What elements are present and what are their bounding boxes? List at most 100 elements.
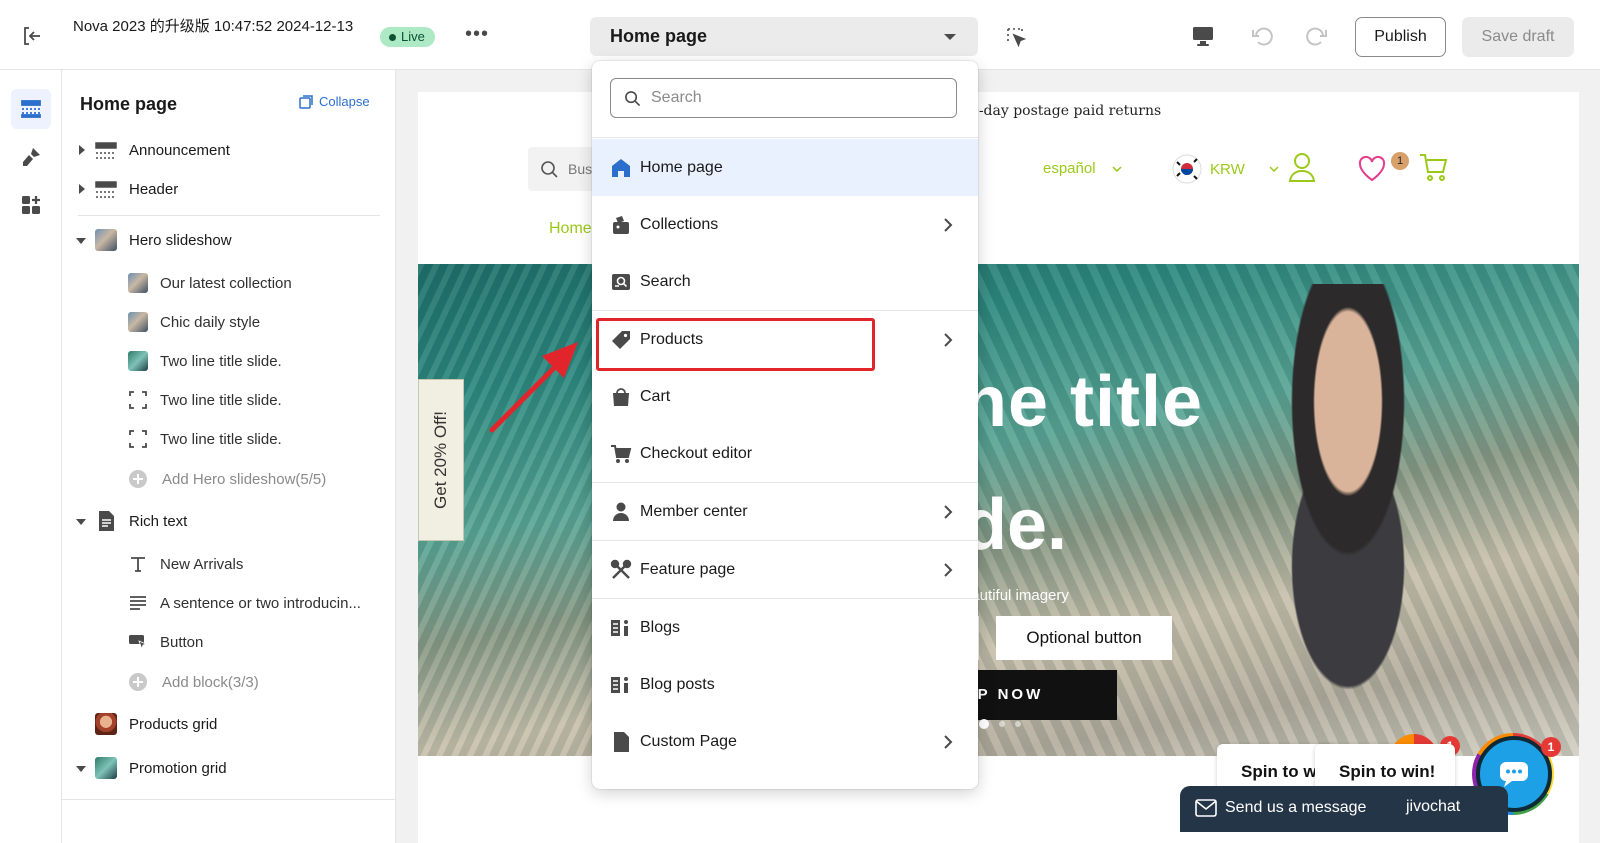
expand-down-icon[interactable] <box>76 519 86 525</box>
block-slide[interactable]: Two line title slide. <box>62 344 395 378</box>
chevron-right-icon <box>944 218 953 232</box>
rail-sections-button[interactable] <box>11 89 51 129</box>
dropdown-item-blogs[interactable]: Blogs <box>592 599 978 656</box>
wishlist-count-badge: 1 <box>1391 152 1409 170</box>
blog-icon <box>611 620 628 636</box>
block-slide[interactable]: Chic daily style <box>62 305 395 339</box>
expand-down-icon[interactable] <box>76 766 86 772</box>
dropdown-item-checkout-editor[interactable]: Checkout editor <box>592 425 978 482</box>
dropdown-item-blog-posts[interactable]: Blog posts <box>592 656 978 713</box>
redo-button[interactable] <box>1305 25 1329 47</box>
block-button[interactable]: Button <box>62 625 395 659</box>
collapse-icon <box>299 94 313 109</box>
slide-thumbnail <box>128 351 148 371</box>
collapse-label: Collapse <box>319 94 370 109</box>
exit-editor-button[interactable] <box>20 24 44 48</box>
expand-right-icon[interactable] <box>79 184 85 194</box>
section-label: Promotion grid <box>129 759 227 777</box>
collapse-button[interactable]: Collapse <box>299 94 370 109</box>
slideshow-thumbnail <box>95 229 117 251</box>
document-icon <box>99 511 114 531</box>
wishlist-heart-icon[interactable] <box>1358 156 1386 182</box>
expand-right-icon[interactable] <box>79 145 85 155</box>
divider <box>78 215 380 216</box>
slide-dot[interactable] <box>1015 721 1021 727</box>
section-announcement[interactable]: Announcement <box>62 133 395 167</box>
section-header[interactable]: Header <box>62 172 395 206</box>
dropdown-item-label: Home page <box>640 158 723 176</box>
block-heading[interactable]: New Arrivals <box>62 547 395 581</box>
slide-dot-active[interactable] <box>979 719 989 729</box>
slide-dot[interactable] <box>999 721 1005 727</box>
section-rich-text[interactable]: Rich text <box>62 504 395 538</box>
slide-thumbnail <box>128 273 148 293</box>
more-actions-button[interactable]: ••• <box>465 24 489 44</box>
cart-icon <box>611 445 632 463</box>
block-slide[interactable]: Two line title slide. <box>62 383 395 417</box>
dropdown-item-collections[interactable]: Collections <box>592 196 978 253</box>
account-icon[interactable] <box>1288 152 1316 182</box>
section-label: Announcement <box>129 141 230 159</box>
dropdown-item-label: Member center <box>640 502 748 520</box>
discount-side-tab[interactable]: Get 20% Off! <box>418 379 464 541</box>
caret-down-icon <box>944 34 956 40</box>
section-products-grid[interactable]: Products grid <box>62 707 395 741</box>
page-selector[interactable]: Home page <box>590 17 978 56</box>
person-icon <box>613 502 629 521</box>
section-promotion-grid[interactable]: Promotion grid <box>62 751 395 785</box>
chat-icon <box>1500 762 1528 787</box>
add-block-button[interactable]: Add block(3/3) <box>62 665 395 699</box>
hero-optional-button[interactable]: Optional button <box>996 616 1172 660</box>
section-label: Hero slideshow <box>129 231 232 249</box>
sections-sidebar: Home page Collapse Announcement Header H… <box>62 70 396 843</box>
add-circle-icon <box>129 673 147 691</box>
rail-theme-settings-button[interactable] <box>11 137 51 177</box>
dropdown-item-feature-page[interactable]: Feature page <box>592 541 978 598</box>
dropdown-item-custom-page[interactable]: Custom Page <box>592 713 978 770</box>
dropdown-item-cart[interactable]: Cart <box>592 368 978 425</box>
dropdown-item-search[interactable]: Search <box>592 253 978 310</box>
desktop-view-button[interactable] <box>1191 25 1215 47</box>
dropdown-item-products[interactable]: Products <box>592 311 978 368</box>
chevron-right-icon <box>944 563 953 577</box>
section-hero-slideshow[interactable]: Hero slideshow <box>62 223 395 257</box>
brush-icon <box>23 148 40 166</box>
block-label: Our latest collection <box>160 274 292 292</box>
block-slide[interactable]: Two line title slide. <box>62 422 395 456</box>
sidebar-title: Home page <box>80 94 178 114</box>
cart-icon[interactable] <box>1418 152 1448 182</box>
language-selector[interactable]: español <box>1043 160 1122 177</box>
save-draft-button[interactable]: Save draft <box>1462 17 1574 57</box>
dropdown-item-home-page[interactable]: Home page <box>592 139 978 196</box>
sections-icon <box>21 100 41 118</box>
block-label: Two line title slide. <box>160 352 282 370</box>
dropdown-item-label: Collections <box>640 215 719 233</box>
publish-button[interactable]: Publish <box>1355 17 1446 57</box>
dropdown-search-input[interactable] <box>610 78 957 118</box>
dropdown-item-member-center[interactable]: Member center <box>592 483 978 540</box>
hero-shop-now-button[interactable]: OP NOW <box>963 670 1117 720</box>
jivochat-bar[interactable]: Send us a message jivochat <box>1180 786 1508 832</box>
promotion-grid-thumbnail <box>95 757 117 779</box>
block-paragraph[interactable]: A sentence or two introducin... <box>62 586 395 620</box>
annotation-arrow-icon <box>489 342 578 433</box>
dropdown-item-label: Feature page <box>640 560 736 578</box>
section-layout-icon <box>95 181 117 198</box>
announcement-text: 30-day postage paid returns <box>961 103 1162 119</box>
block-slide[interactable]: Our latest collection <box>62 266 395 300</box>
hero-title-line1: ne title <box>963 362 1204 442</box>
live-label: Live <box>401 29 425 44</box>
korea-flag-icon <box>1172 154 1202 184</box>
nav-home-link[interactable]: Home <box>549 220 592 238</box>
block-label: Button <box>160 633 204 651</box>
undo-button[interactable] <box>1250 25 1274 47</box>
add-slide-button[interactable]: Add Hero slideshow(5/5) <box>62 462 395 496</box>
inspect-button[interactable] <box>1005 26 1027 48</box>
dropdown-item-label: Blogs <box>640 618 681 636</box>
currency-selector[interactable]: KRW <box>1172 154 1279 184</box>
rail-apps-button[interactable] <box>11 185 51 225</box>
hero-subtitle: eautiful imagery <box>963 587 1069 604</box>
dropdown-item-label: Search <box>640 272 691 290</box>
expand-down-icon[interactable] <box>76 238 86 244</box>
dropdown-item-label: Cart <box>640 387 671 405</box>
